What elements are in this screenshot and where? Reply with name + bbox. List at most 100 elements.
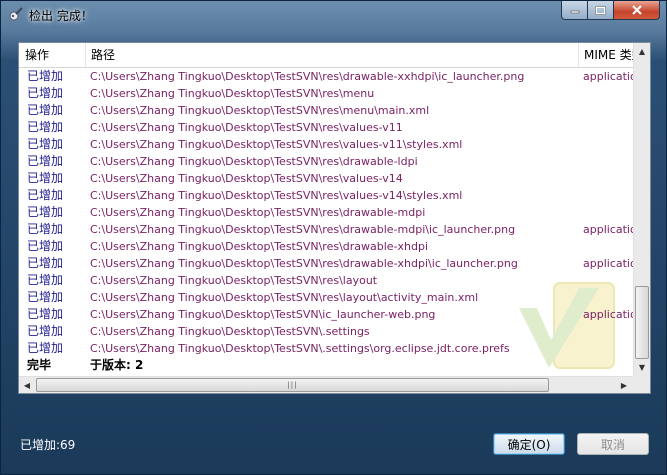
path-cell: C:\Users\Zhang Tingkuo\Desktop\TestSVN\.… [90,342,510,355]
table-row[interactable]: 已增加 C:\Users\Zhang Tingkuo\Desktop\TestS… [19,204,633,221]
table-row[interactable]: 已增加 C:\Users\Zhang Tingkuo\Desktop\TestS… [19,68,633,85]
mime-cell: application [583,70,633,83]
table-row[interactable]: 已增加 C:\Users\Zhang Tingkuo\Desktop\TestS… [19,187,633,204]
action-cell: 已增加 [27,154,64,168]
horizontal-scroll-thumb[interactable]: ||| [36,378,549,392]
table-row[interactable]: 已增加 C:\Users\Zhang Tingkuo\Desktop\TestS… [19,238,633,255]
action-cell: 已增加 [27,256,64,270]
column-header-action[interactable]: 操作 [19,43,85,67]
table-row[interactable]: 已增加 C:\Users\Zhang Tingkuo\Desktop\TestS… [19,119,633,136]
action-cell: 已增加 [27,307,64,321]
path-cell: C:\Users\Zhang Tingkuo\Desktop\TestSVN\r… [90,206,426,219]
column-header-mime[interactable]: MIME 类型 [578,43,634,67]
vertical-scrollbar[interactable]: ▲ ▼ [633,43,650,376]
action-cell: 已增加 [27,103,64,117]
path-cell: C:\Users\Zhang Tingkuo\Desktop\TestSVN\r… [90,257,518,270]
maximize-button[interactable] [588,1,614,20]
column-header-path[interactable]: 路径 [85,43,578,67]
added-count-status: 已增加:69 [20,438,76,452]
mime-cell [583,238,633,255]
path-cell: C:\Users\Zhang Tingkuo\Desktop\TestSVN\r… [90,70,525,83]
chevron-left-icon: ◀ [23,381,31,390]
grip-icon: ||| [287,381,298,389]
mime-cell [583,136,633,153]
revision-cell: 于版本: 2 [90,358,144,372]
chevron-right-icon: ▶ [620,381,628,390]
chevron-down-icon: ▼ [638,363,646,372]
path-cell: C:\Users\Zhang Tingkuo\Desktop\TestSVN\r… [90,87,375,100]
table-row[interactable]: 已增加 C:\Users\Zhang Tingkuo\Desktop\TestS… [19,153,633,170]
mime-cell [583,340,633,357]
title-bar[interactable]: 检出 完成！ [1,1,666,29]
close-button[interactable] [614,1,660,20]
path-cell: C:\Users\Zhang Tingkuo\Desktop\TestSVN\r… [90,291,479,304]
table-row[interactable]: 已增加 C:\Users\Zhang Tingkuo\Desktop\TestS… [19,323,633,340]
mime-cell [583,153,633,170]
mime-cell [583,272,633,289]
minimize-button[interactable] [561,1,588,20]
action-cell: 已增加 [27,171,64,185]
chevron-up-icon: ▲ [638,47,646,56]
action-cell: 已增加 [27,69,64,83]
vertical-scroll-thumb[interactable] [635,286,649,359]
action-cell: 已增加 [27,290,64,304]
action-cell: 已增加 [27,86,64,100]
action-cell: 完毕 [27,358,52,372]
mime-cell [583,85,633,102]
list-header: 操作 路径 MIME 类型 [19,43,650,68]
mime-cell [583,323,633,340]
action-cell: 已增加 [27,324,64,338]
action-cell: 已增加 [27,341,64,355]
scroll-right-button[interactable]: ▶ [616,377,632,393]
path-cell: C:\Users\Zhang Tingkuo\Desktop\TestSVN\r… [90,138,463,151]
tortoisesvn-icon [9,7,23,21]
caption-buttons [561,1,660,21]
mime-cell [583,204,633,221]
scroll-down-button[interactable]: ▼ [634,359,650,376]
mime-cell [583,170,633,187]
scrollbar-corner [633,376,650,393]
scroll-up-button[interactable]: ▲ [634,43,650,60]
cancel-button[interactable]: 取消 [577,433,649,455]
path-cell: C:\Users\Zhang Tingkuo\Desktop\TestSVN\.… [90,325,370,338]
checkout-dialog: 检出 完成！ 操作 路径 MIME 类型 已增加 [0,0,667,475]
path-cell: C:\Users\Zhang Tingkuo\Desktop\TestSVN\r… [90,155,418,168]
path-cell: C:\Users\Zhang Tingkuo\Desktop\TestSVN\r… [90,121,403,134]
table-row[interactable]: 已增加 C:\Users\Zhang Tingkuo\Desktop\TestS… [19,221,633,238]
action-cell: 已增加 [27,222,64,236]
mime-cell: application [583,223,633,236]
table-row[interactable]: 已增加 C:\Users\Zhang Tingkuo\Desktop\TestS… [19,255,633,272]
path-cell: C:\Users\Zhang Tingkuo\Desktop\TestSVN\r… [90,240,429,253]
mime-cell [583,102,633,119]
path-cell: C:\Users\Zhang Tingkuo\Desktop\TestSVN\r… [90,172,403,185]
table-row[interactable]: 已增加 C:\Users\Zhang Tingkuo\Desktop\TestS… [19,306,633,323]
table-row-completed[interactable]: 完毕 于版本: 2 [19,357,633,374]
table-row[interactable]: 已增加 C:\Users\Zhang Tingkuo\Desktop\TestS… [19,289,633,306]
table-row[interactable]: 已增加 C:\Users\Zhang Tingkuo\Desktop\TestS… [19,170,633,187]
ok-button[interactable]: 确定(O) [493,433,565,455]
table-row[interactable]: 已增加 C:\Users\Zhang Tingkuo\Desktop\TestS… [19,136,633,153]
checkout-log-list[interactable]: 操作 路径 MIME 类型 已增加 C:\Users\Zhang Tingkuo… [18,42,651,394]
mime-cell [583,187,633,204]
mime-cell [583,289,633,306]
action-cell: 已增加 [27,188,64,202]
path-cell: C:\Users\Zhang Tingkuo\Desktop\TestSVN\r… [90,189,463,202]
path-cell: C:\Users\Zhang Tingkuo\Desktop\TestSVN\r… [90,223,516,236]
path-cell: C:\Users\Zhang Tingkuo\Desktop\TestSVN\r… [90,104,430,117]
table-row[interactable]: 已增加 C:\Users\Zhang Tingkuo\Desktop\TestS… [19,102,633,119]
mime-cell: application [583,257,633,270]
window-title: 检出 完成！ [29,9,93,23]
mime-cell [583,119,633,136]
mime-cell: application [583,308,633,321]
path-cell: C:\Users\Zhang Tingkuo\Desktop\TestSVN\i… [90,308,436,321]
table-row[interactable]: 已增加 C:\Users\Zhang Tingkuo\Desktop\TestS… [19,272,633,289]
scroll-left-button[interactable]: ◀ [19,377,35,393]
action-cell: 已增加 [27,137,64,151]
table-row[interactable]: 已增加 C:\Users\Zhang Tingkuo\Desktop\TestS… [19,340,633,357]
minimize-icon [570,10,579,14]
action-cell: 已增加 [27,205,64,219]
action-cell: 已增加 [27,239,64,253]
table-row[interactable]: 已增加 C:\Users\Zhang Tingkuo\Desktop\TestS… [19,85,633,102]
close-icon [631,5,642,15]
horizontal-scrollbar[interactable]: ◀ ||| ▶ [19,376,633,393]
